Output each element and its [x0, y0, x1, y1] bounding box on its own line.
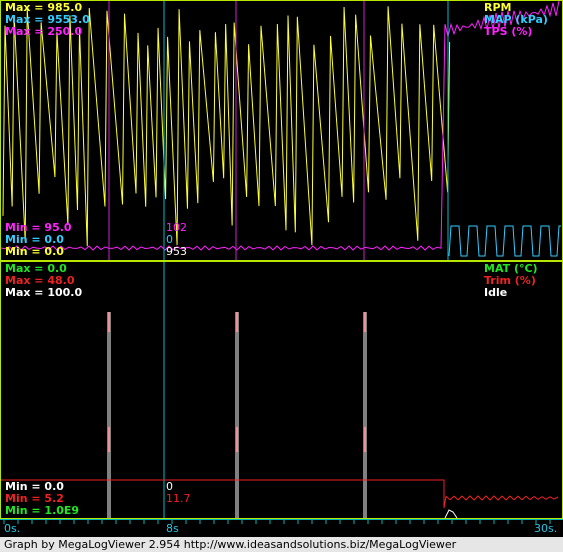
top-chart-canvas[interactable] — [1, 1, 562, 260]
time-tick-0: 0s. — [4, 522, 21, 535]
legend-tps: TPS (%) — [484, 25, 533, 38]
tps-trace — [1, 1, 560, 251]
map-trace — [448, 225, 561, 257]
idle-max-label: Max = 100.0 — [5, 286, 83, 299]
rpm-min-label: Min = 0.0 — [5, 245, 64, 258]
mat-min-label: Min = 1.0E9 — [5, 504, 80, 517]
tps-max-label: Max = 250.0 — [5, 25, 83, 38]
legend-idle: Idle — [484, 286, 508, 299]
time-axis-ticks — [3, 520, 551, 524]
cursor-value-trim: 11.7 — [166, 492, 191, 505]
bottom-chart-panel[interactable]: Max = 0.0 Max = 48.0 Max = 100.0 Min = 0… — [0, 261, 563, 519]
cursor-value-rpm: 953 — [166, 245, 187, 258]
time-tick-cursor: 8s — [166, 522, 179, 535]
rpm-trace — [2, 6, 451, 247]
footer-credit: Graph by MegaLogViewer 2.954 http://www.… — [0, 537, 563, 552]
bottom-chart-canvas[interactable] — [1, 262, 562, 518]
time-tick-end: 30s. — [534, 522, 558, 535]
top-chart-panel[interactable]: Max = 985.0 Max = 9553.0 Max = 250.0 Min… — [0, 0, 563, 261]
trim-trace — [1, 479, 559, 509]
idle-trace — [444, 509, 458, 518]
time-axis[interactable]: 0s. 8s 30s. — [0, 519, 563, 537]
